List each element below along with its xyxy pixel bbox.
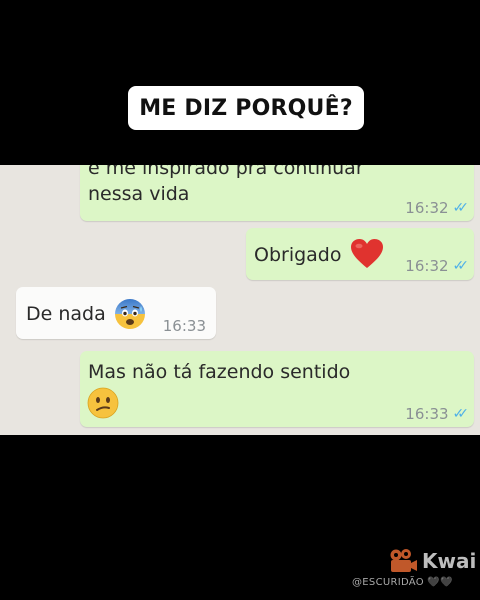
message-text: nessa vida	[88, 183, 190, 205]
read-ticks-icon: ✓✓	[452, 258, 470, 274]
confused-face-icon	[87, 387, 119, 419]
message-text: Obrigado	[254, 244, 342, 266]
message-bubble-outgoing[interactable]: e me inspirado pra continuar nessa vida …	[80, 165, 474, 221]
message-meta: 16:32 ✓✓	[405, 253, 470, 279]
message-time: 16:33	[162, 317, 206, 335]
message-text: e me inspirado pra continuar	[88, 165, 364, 179]
message-meta: 16:33 ✓✓	[405, 401, 470, 427]
red-heart-icon	[351, 239, 383, 268]
kwai-watermark: Kwai	[388, 548, 476, 574]
message-bubble-incoming[interactable]: De nada 16:33	[16, 287, 216, 339]
message-bubble-outgoing[interactable]: Mas não tá fazendo sentido 16:33 ✓✓	[80, 351, 474, 427]
message-text: Mas não tá fazendo sentido	[88, 361, 351, 383]
watermark-handle: @ESCURIDÃO 🖤🖤	[352, 577, 453, 588]
meme-caption: ME DIZ PORQUÊ?	[128, 86, 364, 130]
chat-screenshot: e me inspirado pra continuar nessa vida …	[0, 165, 480, 435]
message-meta: 16:32 ✓✓	[405, 195, 470, 221]
anxious-face-icon	[115, 299, 145, 329]
read-ticks-icon: ✓✓	[452, 200, 470, 216]
message-time: 16:33	[405, 405, 449, 423]
message-time: 16:32	[405, 199, 449, 217]
kwai-brand-text: Kwai	[422, 549, 477, 573]
message-meta: 16:33	[163, 313, 206, 339]
read-ticks-icon: ✓✓	[452, 406, 470, 422]
message-bubble-outgoing[interactable]: Obrigado 16:32 ✓✓	[246, 228, 474, 280]
message-time: 16:32	[405, 257, 449, 275]
message-text: De nada	[26, 303, 106, 325]
camera-logo-icon	[390, 549, 417, 572]
